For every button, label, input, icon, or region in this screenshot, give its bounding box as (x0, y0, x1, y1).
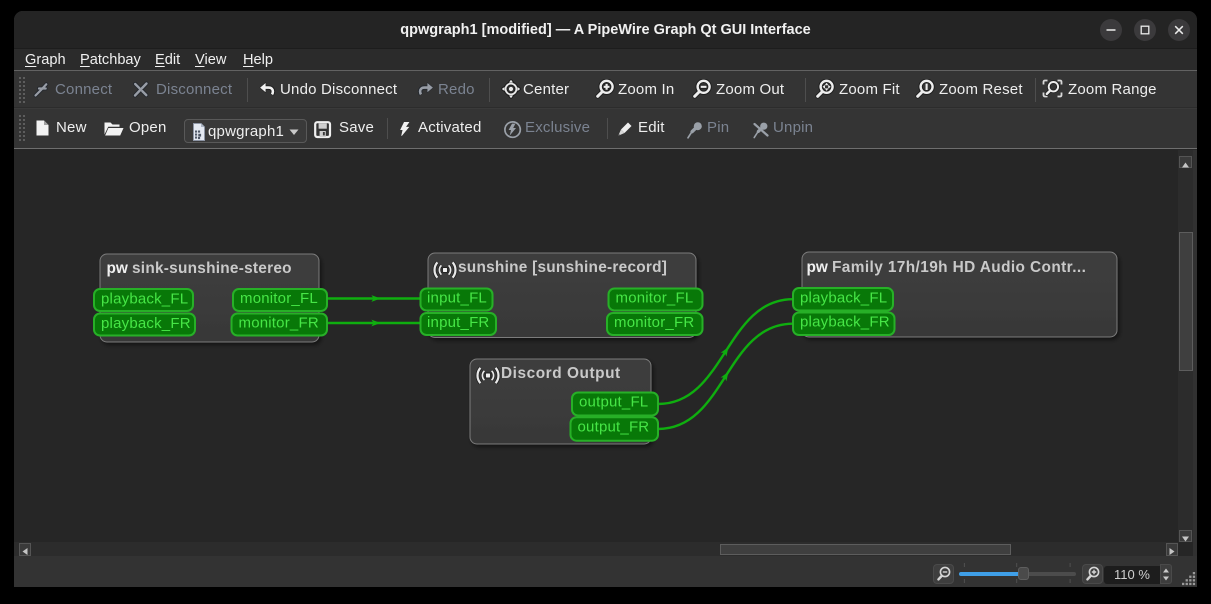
svg-text:monitor_FR: monitor_FR (614, 314, 694, 331)
svg-text:playback_FR: playback_FR (800, 313, 890, 330)
svg-text:playback_FL: playback_FL (101, 290, 188, 307)
svg-text:pw: pw (807, 259, 828, 276)
svg-text:playback_FR: playback_FR (101, 315, 191, 332)
svg-text:input_FL: input_FL (427, 289, 487, 306)
svg-text:Family 17h/19h HD Audio Contr.: Family 17h/19h HD Audio Contr... (832, 259, 1086, 276)
svg-text:monitor_FL: monitor_FL (616, 289, 694, 306)
svg-text:sunshine [sunshine-record]: sunshine [sunshine-record] (458, 259, 667, 276)
svg-text:Discord Output: Discord Output (501, 365, 621, 382)
svg-text:output_FL: output_FL (579, 393, 648, 410)
svg-text:monitor_FL: monitor_FL (240, 290, 318, 307)
svg-text:playback_FL: playback_FL (800, 289, 887, 306)
svg-text:monitor_FR: monitor_FR (239, 314, 319, 331)
svg-text:output_FR: output_FR (578, 418, 650, 435)
svg-text:sink-sunshine-stereo: sink-sunshine-stereo (132, 260, 292, 277)
svg-text:input_FR: input_FR (427, 314, 489, 331)
svg-text:pw: pw (107, 260, 128, 277)
